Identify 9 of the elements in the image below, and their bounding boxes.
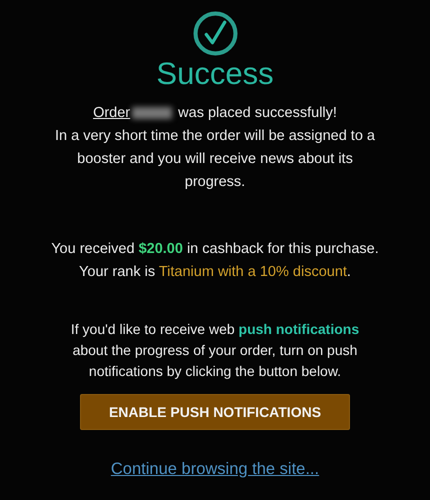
order-info-text: In a very short time the order will be assigned to a booster and you will receive news about its progress.	[54, 127, 376, 192]
cashback-text: You received $20.00 in cashback for this purchase. Your rank is Titanium with a 10% discount.	[50, 240, 380, 282]
order-status-text: was placed successfully!	[177, 105, 337, 121]
continue-browsing-link[interactable]: Continue browsing the site...	[110, 458, 320, 481]
success-title: Success	[156, 56, 274, 92]
notification-text: If you'd like to receive web push notifications about the progress of your order, turn on push notifications by clicking the button below.	[70, 320, 360, 381]
check-circle-icon	[192, 11, 238, 56]
order-link[interactable]: Order	[93, 105, 130, 121]
enable-push-notifications-button[interactable]: ENABLE PUSH NOTIFICATIONS	[80, 394, 350, 430]
